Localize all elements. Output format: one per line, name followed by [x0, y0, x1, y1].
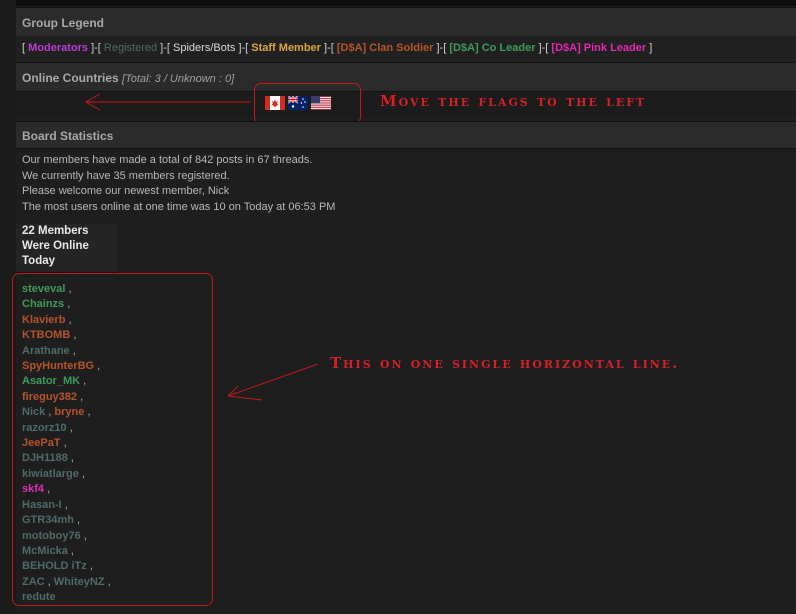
stats-line: The most users online at one time was 10… — [22, 200, 336, 213]
online-today-heading: 22 Members Were Online Today — [16, 224, 118, 273]
legend-bracket: ]-[ — [433, 42, 450, 54]
legend-bracket: ] — [646, 42, 653, 54]
online-countries-title: Online Countries — [22, 71, 119, 85]
legend-group-d-a-pink-leader[interactable]: [D$A] Pink Leader — [551, 42, 646, 54]
online-today-count: 22 Members — [22, 225, 89, 237]
legend-bracket: ]-[ — [157, 42, 174, 54]
group-legend-title: Group Legend — [22, 16, 104, 30]
arrow-pointer-icon — [227, 363, 319, 401]
legend-bracket: ]-[ — [88, 42, 104, 54]
stats-line: Our members have made a total of 842 pos… — [22, 154, 313, 166]
members-annotation-box — [12, 273, 213, 606]
legend-group-moderators[interactable]: Moderators — [28, 42, 88, 54]
top-divider — [16, 0, 796, 6]
board-statistics-body: Our members have made a total of 842 pos… — [22, 153, 335, 215]
group-legend-header: Group Legend — [16, 7, 796, 37]
flags-annotation-box — [254, 83, 361, 124]
group-legend-row: [ Moderators ]-[ Registered ]-[ Spiders/… — [16, 36, 796, 62]
legend-group-d-a-clan-soldier[interactable]: [D$A] Clan Soldier — [337, 42, 434, 54]
online-countries-summary: [Total: 3 / Unknown : 0] — [122, 73, 235, 85]
online-countries-heading: Online Countries [Total: 3 / Unknown : 0… — [22, 71, 234, 85]
legend-group-spiders-bots[interactable]: Spiders/Bots — [173, 42, 235, 54]
group-legend-list: [ Moderators ]-[ Registered ]-[ Spiders/… — [22, 42, 652, 54]
legend-bracket: ]-[ — [235, 42, 252, 54]
stats-line: Please welcome our newest member, Nick — [22, 185, 230, 197]
legend-group-staff-member[interactable]: Staff Member — [251, 42, 321, 54]
stats-line: We currently have 35 members registered. — [22, 169, 230, 182]
legend-group-d-a-co-leader[interactable]: [D$A] Co Leader — [449, 42, 535, 54]
board-statistics-header: Board Statistics — [16, 121, 796, 149]
online-countries-header: Online Countries [Total: 3 / Unknown : 0… — [16, 62, 796, 92]
members-annotation-text: This on one single horizontal line. — [330, 354, 680, 372]
legend-group-registered[interactable]: Registered — [104, 42, 157, 54]
legend-bracket: ]-[ — [535, 42, 552, 54]
online-today-line2: Were Online — [22, 240, 89, 252]
legend-bracket: ]-[ — [320, 42, 337, 54]
flags-annotation-text: Move the flags to the left — [380, 92, 647, 110]
board-statistics-title: Board Statistics — [22, 129, 114, 143]
left-arrow-icon — [84, 93, 250, 111]
online-today-line3: Today — [22, 255, 56, 267]
